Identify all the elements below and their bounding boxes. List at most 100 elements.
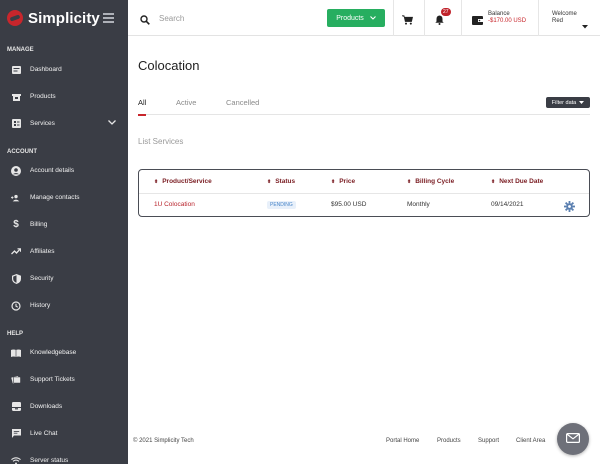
services-table: ⬍ Product/Service ⬍ Status ⬍ Price ⬍ Billing… — [138, 169, 590, 217]
gear-icon[interactable] — [564, 199, 575, 217]
sidebar-item-products[interactable]: Products — [0, 83, 128, 110]
footer-link-products[interactable]: Products — [437, 438, 461, 444]
sidebar-item-label: Manage contacts — [30, 194, 80, 201]
sidebar-item-affiliates[interactable]: Affiliates — [0, 238, 128, 265]
trend-icon — [11, 247, 21, 257]
divider — [393, 0, 394, 36]
search-icon[interactable] — [140, 12, 150, 30]
product-link[interactable]: 1U Colocation — [154, 201, 195, 208]
sidebar-item-dashboard[interactable]: Dashboard — [0, 56, 128, 83]
brand-name: Simplicity — [28, 9, 100, 27]
status-badge: PENDING — [267, 201, 296, 209]
sidebar-item-billing[interactable]: $ Billing — [0, 211, 128, 238]
sidebar-item-label: Account details — [30, 167, 75, 174]
sidebar-item-label: Downloads — [30, 403, 63, 410]
sidebar-item-manage-contacts[interactable]: Manage contacts — [0, 184, 128, 211]
account-icon — [11, 165, 21, 176]
footer-link-client-area[interactable]: Client Area — [516, 438, 545, 444]
sidebar-item-knowledgebase[interactable]: Knowledgebase — [0, 339, 128, 366]
history-icon — [11, 300, 21, 311]
sidebar-item-support-tickets[interactable]: Support Tickets — [0, 366, 128, 393]
ticket-icon — [11, 375, 21, 385]
column-header-product[interactable]: ⬍ Product/Service — [154, 178, 212, 185]
list-heading: List Services — [138, 137, 184, 146]
footer-link-support[interactable]: Support — [478, 438, 499, 444]
column-header-status[interactable]: ⬍ Status — [267, 178, 295, 185]
sidebar-item-live-chat[interactable]: Live Chat — [0, 420, 128, 447]
cart-icon[interactable] — [402, 12, 414, 30]
sidebar-item-label: Billing — [30, 221, 48, 228]
page-title: Colocation — [138, 58, 200, 73]
balance-value: -$170.00 USD — [488, 18, 527, 24]
logo-icon — [7, 10, 23, 26]
footer-copyright: © 2021 Simplicity Tech — [133, 438, 194, 444]
filter-button-label: Filter data — [551, 99, 577, 106]
divider — [461, 0, 462, 36]
notification-badge: 27 — [441, 8, 451, 16]
sidebar-item-label: Dashboard — [30, 66, 62, 73]
dashboard-icon — [11, 65, 21, 75]
sort-icon: ⬍ — [154, 178, 159, 185]
wallet-icon — [472, 12, 483, 30]
products-icon — [11, 92, 21, 102]
sidebar-item-downloads[interactable]: Downloads — [0, 393, 128, 420]
price-cell: $95.00 USD — [331, 201, 367, 208]
sidebar-item-security[interactable]: Security — [0, 265, 128, 292]
chat-fab-button[interactable] — [557, 423, 589, 455]
divider — [538, 0, 539, 36]
sidebar-item-label: Server status — [30, 457, 69, 464]
balance-label: Balance — [488, 11, 510, 17]
sort-icon: ⬍ — [407, 178, 412, 185]
logo[interactable]: Simplicity — [0, 0, 128, 36]
column-header-next-due-date[interactable]: ⬍ Next Due Date — [491, 178, 543, 185]
services-icon — [11, 119, 21, 129]
chevron-down-icon — [369, 15, 376, 22]
sidebar-item-label: Security — [30, 275, 54, 282]
products-button-label: Products — [336, 14, 364, 22]
tab-active[interactable]: Active — [176, 98, 196, 115]
book-icon — [11, 348, 21, 358]
download-icon — [11, 402, 21, 412]
dollar-icon: $ — [13, 219, 19, 230]
products-dropdown-button[interactable]: Products — [327, 9, 385, 27]
shield-icon — [11, 273, 21, 284]
sort-icon: ⬍ — [267, 178, 272, 185]
sidebar-item-label: Live Chat — [30, 430, 58, 437]
envelope-icon — [566, 430, 581, 448]
sidebar-item-history[interactable]: History — [0, 292, 128, 319]
filter-data-button[interactable]: Filter data — [546, 97, 590, 108]
footer-link-portal-home[interactable]: Portal Home — [386, 438, 419, 444]
column-header-price[interactable]: ⬍ Price — [331, 178, 355, 185]
sort-icon: ⬍ — [491, 178, 496, 185]
divider — [424, 0, 425, 36]
sidebar-item-services[interactable]: Services — [0, 110, 128, 137]
sidebar-item-server-status[interactable]: Server status — [0, 447, 128, 464]
caret-down-icon — [579, 100, 585, 106]
sidebar-item-label: Knowledgebase — [30, 349, 77, 356]
next-due-date-cell: 09/14/2021 — [491, 201, 524, 208]
chevron-down-icon[interactable] — [108, 120, 116, 127]
search-input[interactable] — [159, 9, 309, 27]
section-label-manage: MANAGE — [7, 47, 34, 53]
sidebar: Simplicity MANAGE Dashboard Products Ser… — [0, 0, 128, 464]
sort-icon: ⬍ — [331, 178, 336, 185]
contacts-icon — [11, 193, 21, 203]
chat-icon — [11, 429, 21, 439]
tab-bar: All Active Cancelled — [138, 98, 590, 116]
wifi-icon — [11, 456, 21, 464]
section-label-account: ACCOUNT — [7, 149, 37, 155]
tab-all[interactable]: All — [138, 98, 147, 116]
sidebar-item-account-details[interactable]: Account details — [0, 157, 128, 184]
caret-down-icon — [582, 16, 588, 34]
billing-cycle-cell: Monthly — [407, 201, 430, 208]
hamburger-menu-icon[interactable] — [103, 13, 114, 25]
topbar: Products 27 Balance -$170.00 USD Welcome… — [128, 0, 600, 36]
column-header-billing-cycle[interactable]: ⬍ Billing Cycle — [407, 178, 454, 185]
user-name: Red — [552, 18, 564, 24]
sidebar-item-label: Affiliates — [30, 248, 55, 255]
sidebar-item-label: Support Tickets — [30, 376, 75, 383]
section-label-help: HELP — [7, 331, 24, 337]
table-header-row: ⬍ Product/Service ⬍ Status ⬍ Price ⬍ Billing… — [139, 170, 589, 194]
sidebar-item-label: Products — [30, 93, 56, 100]
tab-cancelled[interactable]: Cancelled — [226, 98, 259, 115]
